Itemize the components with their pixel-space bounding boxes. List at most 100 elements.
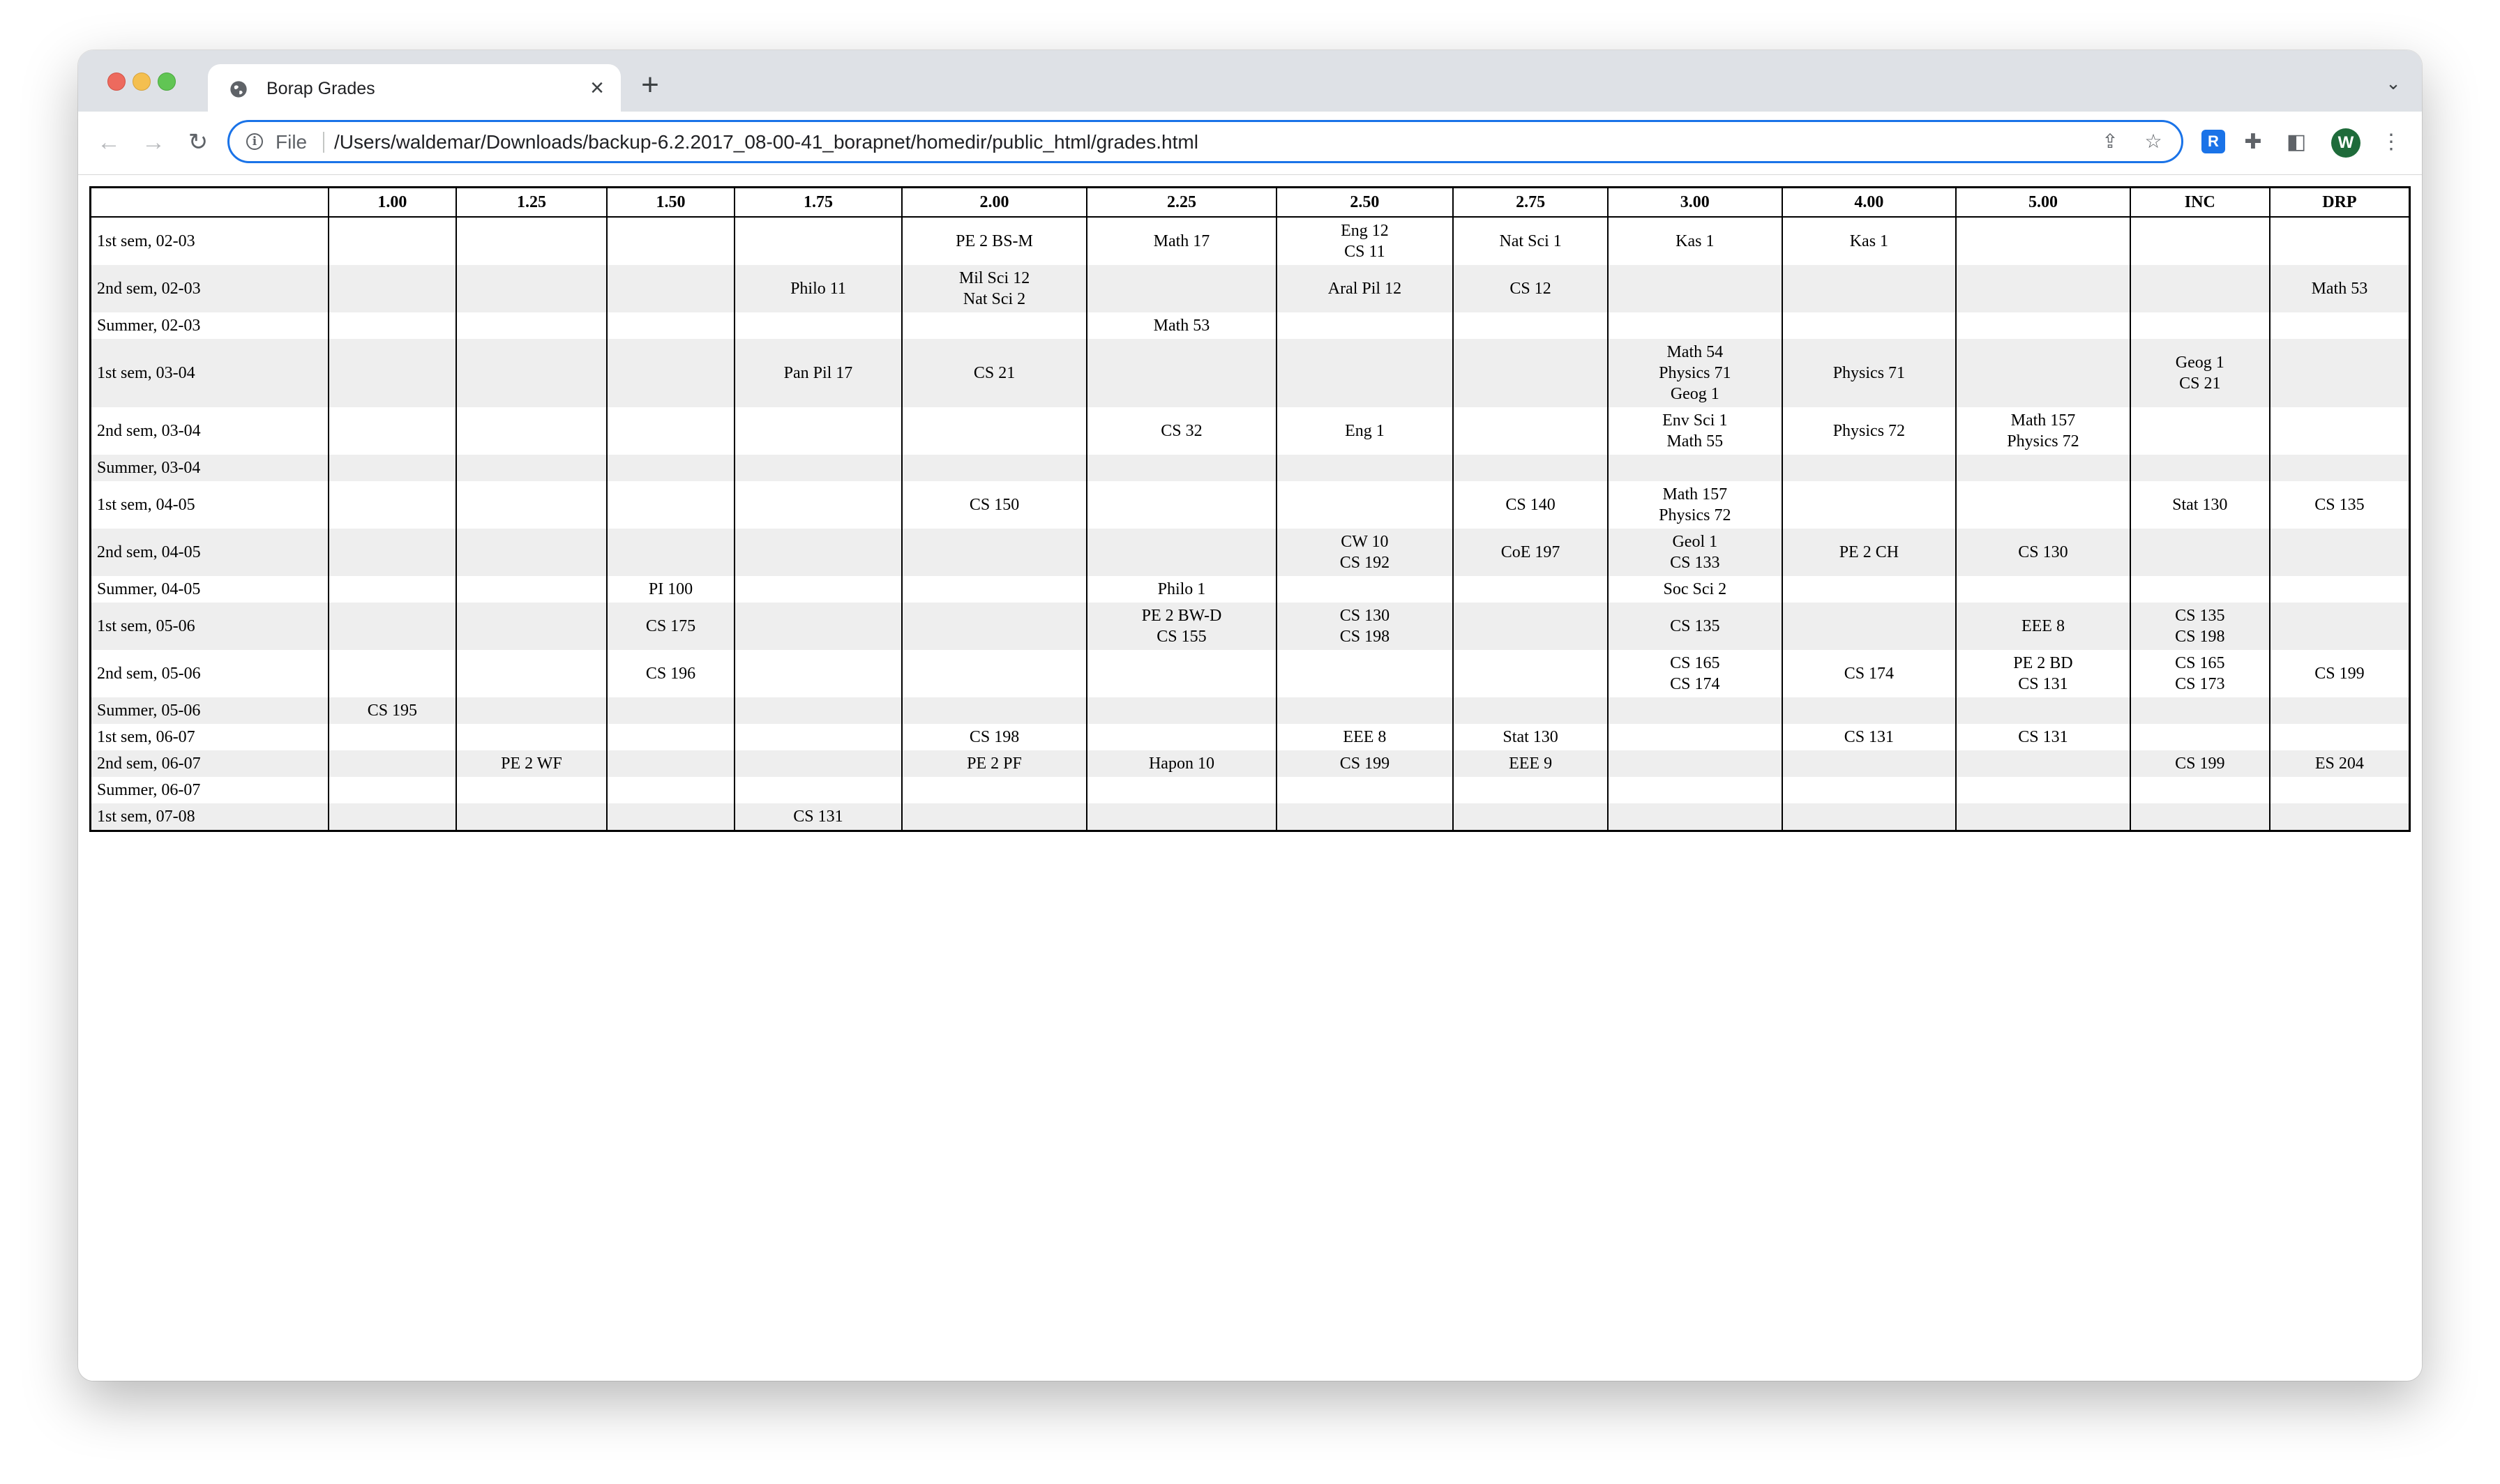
grade-cell: CS 150 — [901, 481, 1087, 529]
grade-cell — [2129, 265, 2270, 312]
grade-cell — [1086, 339, 1277, 407]
course-entry: CS 192 — [1339, 554, 1390, 572]
course-entry: PE 2 PF — [967, 755, 1022, 773]
course-entry: EEE 8 — [2021, 617, 2065, 635]
grade-cell — [2129, 529, 2270, 576]
column-header: 2.50 — [1275, 187, 1454, 218]
grade-cell: Nat Sci 1 — [1452, 217, 1609, 265]
grade-cell — [1086, 529, 1277, 576]
grade-cell — [1955, 576, 2130, 603]
course-entry: CS 150 — [969, 496, 1020, 514]
grade-cell: Math 157 Physics 72 — [1607, 481, 1782, 529]
semester-label: 2nd sem, 05-06 — [97, 665, 201, 683]
header-row: 1.00 1.25 1.50 1.75 2.00 2.25 2.50 2.75 3.00 4.00… — [90, 187, 2410, 218]
grade-cell — [734, 603, 902, 650]
course-entry: EEE 8 — [1343, 728, 1387, 746]
grade-cell — [1086, 481, 1277, 529]
grade-cell — [1607, 312, 1782, 339]
grade-cell — [327, 576, 456, 603]
table-row: 1st sem, 02-03 PE 2 BS-M Math 17 Eng 12 CS 1… — [91, 217, 2410, 265]
info-icon[interactable]: i — [246, 133, 263, 150]
grade-cell: CS 199 — [2268, 650, 2410, 697]
grade-cell: CS 12 — [1452, 265, 1609, 312]
grade-cell: CS 175 — [605, 603, 735, 650]
grade-cell — [1955, 339, 2130, 407]
grade-cell: Math 17 — [1086, 217, 1277, 265]
grade-cell — [327, 603, 456, 650]
new-tab-button[interactable]: + — [636, 70, 664, 100]
grade-cell — [605, 265, 735, 312]
grade-cell — [455, 312, 607, 339]
forward-arrow-icon[interactable]: → — [140, 128, 167, 156]
grade-cell — [2129, 217, 2270, 265]
grade-cell: EEE 8 — [1955, 603, 2130, 650]
puzzle-icon[interactable]: ✚ — [2241, 130, 2266, 155]
course-entry: Nat Sci 2 — [963, 290, 1026, 308]
table-row: 2nd sem, 05-06 CS 196 CS 165 CS 174 CS 174 PE… — [91, 650, 2410, 697]
grade-cell — [455, 217, 607, 265]
grade-cell: CS 165 CS 174 — [1607, 650, 1782, 697]
address-bar[interactable]: i File /Users/waldemar/Downloads/backup-… — [227, 120, 2183, 163]
grade-cell — [1955, 265, 2130, 312]
reload-icon[interactable]: ↻ — [184, 128, 212, 156]
grade-cell — [1275, 481, 1454, 529]
table-row: 1st sem, 07-08 CS 131 — [90, 803, 2410, 831]
grade-cell — [605, 312, 735, 339]
grade-cell: CS 130 CS 198 — [1275, 603, 1454, 650]
table-row: Summer, 02-03 Math 53 — [91, 312, 2410, 339]
side-panel-icon[interactable]: ◧ — [2284, 130, 2309, 155]
grade-cell: CS 140 — [1452, 481, 1609, 529]
grade-cell: CS 199 — [1275, 750, 1454, 777]
extension-icon[interactable]: R — [2201, 130, 2225, 153]
semester-label: Summer, 05-06 — [90, 697, 329, 724]
grade-cell — [1607, 455, 1782, 481]
grade-cell: PE 2 BD CS 131 — [1955, 650, 2130, 697]
avatar[interactable]: W — [2331, 128, 2360, 158]
course-entry: Physics 72 — [2007, 432, 2079, 450]
back-arrow-icon[interactable]: ← — [95, 128, 123, 156]
course-entry: Stat 130 — [2172, 496, 2228, 514]
grade-cell — [605, 529, 735, 576]
table-row: Summer, 04-05 PI 100 Philo 1 Soc Sci 2 — [91, 576, 2410, 603]
grade-cell: CoE 197 — [1452, 529, 1609, 576]
grade-cell — [2268, 455, 2410, 481]
grade-cell: CS 131 — [734, 803, 902, 831]
grade-cell — [1781, 697, 1957, 724]
active-tab[interactable]: Borap Grades × — [208, 64, 621, 112]
table-row: 1st sem, 06-07 CS 198 EEE 8 Stat 130 CS 131 C… — [91, 724, 2410, 750]
column-header: 2.00 — [901, 187, 1087, 218]
course-entry: CS 11 — [1344, 243, 1385, 261]
course-entry: ES 204 — [2314, 755, 2364, 773]
grade-cell — [901, 603, 1087, 650]
course-entry: Math 17 — [1153, 232, 1210, 250]
course-entry: Philo 11 — [790, 280, 846, 298]
grade-cell — [901, 407, 1087, 455]
grade-cell — [1086, 724, 1277, 750]
grade-cell — [1452, 650, 1609, 697]
grade-cell — [1607, 803, 1782, 831]
zoom-window-button[interactable] — [158, 73, 176, 91]
grade-cell — [455, 603, 607, 650]
kebab-menu-icon[interactable]: ⋮ — [2379, 130, 2404, 155]
tab-close-button[interactable]: × — [585, 75, 610, 100]
grade-cell: PE 2 CH — [1781, 529, 1957, 576]
course-entry: CS 155 — [1157, 628, 1207, 646]
column-header: 2.25 — [1086, 187, 1277, 218]
grade-cell — [327, 529, 456, 576]
grade-cell — [734, 576, 902, 603]
tab-search-icon[interactable]: ⌄ — [2384, 74, 2402, 92]
star-icon[interactable]: ☆ — [2142, 130, 2164, 153]
grade-cell — [2129, 407, 2270, 455]
grade-cell — [2268, 407, 2410, 455]
grade-cell — [2129, 777, 2270, 803]
address-url[interactable]: /Users/waldemar/Downloads/backup-6.2.201… — [334, 132, 1198, 153]
minimize-window-button[interactable] — [133, 73, 151, 91]
course-entry: CS 199 — [2175, 755, 2225, 773]
grade-cell — [1781, 777, 1957, 803]
course-entry: CS 165 — [2175, 654, 2225, 672]
course-entry: CS 135 — [2314, 496, 2365, 514]
close-window-button[interactable] — [107, 73, 126, 91]
share-icon[interactable]: ⇪ — [2099, 130, 2121, 153]
grades-table: 1.00 1.25 1.50 1.75 2.00 2.25 2.50 2.75 3.00 4.00… — [89, 186, 2411, 832]
grade-cell — [1781, 576, 1957, 603]
